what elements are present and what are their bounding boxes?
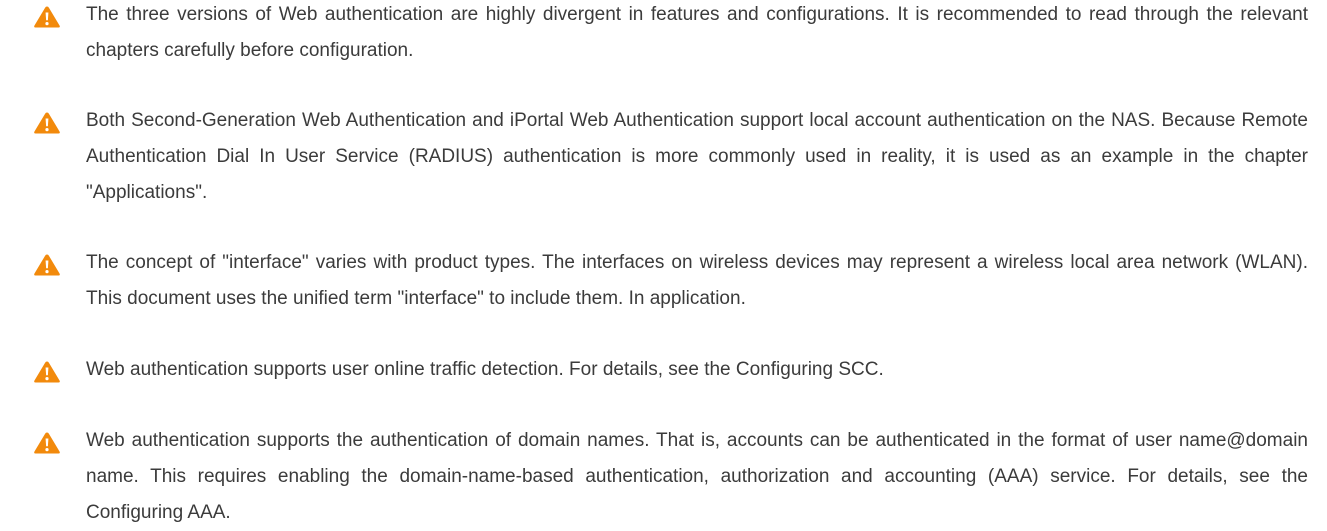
note-text: Web authentication supports user online … xyxy=(86,359,884,380)
note-text: Web authentication supports the authenti… xyxy=(86,430,1308,523)
note-text: The three versions of Web authentication… xyxy=(86,4,1308,61)
note-text: The concept of "interface" varies with p… xyxy=(86,252,1308,309)
warning-icon xyxy=(33,360,61,384)
warning-icon xyxy=(33,111,61,135)
warning-icon xyxy=(33,253,61,277)
warning-icon xyxy=(33,5,61,29)
note-text: Both Second-Generation Web Authenticatio… xyxy=(86,110,1308,203)
warning-icon xyxy=(33,431,61,455)
